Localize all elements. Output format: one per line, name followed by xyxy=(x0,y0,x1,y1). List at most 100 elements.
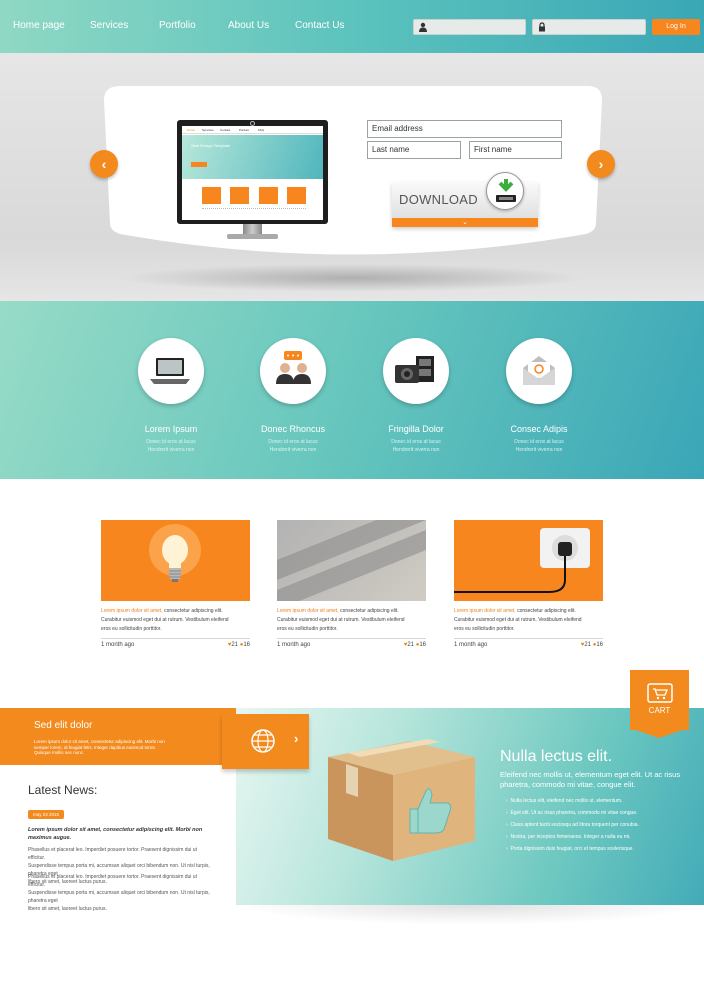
nav-portfolio-link[interactable]: Portfolio xyxy=(159,20,196,31)
screen-banner: Web Design Template xyxy=(182,135,323,179)
feature-title: Donec Rhoncus xyxy=(260,424,326,434)
feature-item[interactable]: Donec Rhoncus Donec id eros at lacus Hend… xyxy=(231,338,355,454)
card-text-part: eros eu sollicitudin porttitor. xyxy=(277,626,338,632)
card-time: 1 month ago xyxy=(277,642,311,648)
feature-item[interactable]: Lorem Ipsum Donec id eros at lacus Hendre… xyxy=(109,338,233,454)
nav-contact-link[interactable]: Contact Us xyxy=(295,20,344,31)
card-highlight: Lorem ipsum dolor sit amet, xyxy=(101,608,163,614)
bullet-text: Porta dignissim duis feugiat, orci et te… xyxy=(510,846,634,852)
nav-home-link[interactable]: Home page xyxy=(13,20,65,31)
promo-title: Sed elit dolor xyxy=(34,720,93,731)
card-divider xyxy=(277,638,426,639)
bullet-item: › Nulla lectus elit, eleifend nec mollis… xyxy=(506,798,702,810)
email-field[interactable]: Email address xyxy=(367,120,562,138)
promo-text-line: Quisque mollis nec nunc. xyxy=(34,750,85,755)
bullet-text: Nostra, per inceptos himenaeos. Integer … xyxy=(510,834,631,840)
feature-item[interactable]: Fringilla Dolor Donec id eros at lacus He… xyxy=(354,338,478,454)
promo-band: Sed elit dolor Lorem ipsum dolor sit ame… xyxy=(0,708,236,765)
bullet-text: Eget elit. Ut ac risus pharetra, commodo… xyxy=(510,810,638,816)
promo-text-line: semper lorem, id feugiat felis. Integer … xyxy=(34,744,157,750)
card-text: Lorem ipsum dolor sit amet, consectetur … xyxy=(101,607,250,634)
feature-title: Consec Adipis xyxy=(510,424,568,434)
product-subtitle: Eleifend nec mollis ut, elementum eget e… xyxy=(500,770,700,790)
people-chat-icon xyxy=(260,338,326,404)
card-text-part: consectetur adipiscing elit. xyxy=(162,608,223,614)
like-count: 21 xyxy=(407,642,415,648)
blog-card[interactable]: Lorem ipsum dolor sit amet, consectetur … xyxy=(454,520,603,652)
username-input[interactable] xyxy=(413,19,526,35)
card-footer: 1 month ago ♥21 ●16 xyxy=(101,642,250,652)
nav-services-link[interactable]: Services xyxy=(90,20,128,31)
product-title: Nulla lectus elit. xyxy=(500,748,613,765)
password-input[interactable] xyxy=(532,19,646,35)
screen-menu-item: Contact xyxy=(220,128,231,132)
hero-next-arrow[interactable]: › xyxy=(587,150,615,178)
email-envelope-icon xyxy=(506,338,572,404)
feature-desc-line: Donec id eros at lacus xyxy=(268,439,318,445)
gray-stripes-image xyxy=(277,520,426,601)
cart-tag[interactable]: CART xyxy=(630,670,689,730)
login-button[interactable]: Log In xyxy=(652,19,700,35)
monitor-illustration: Home Services Contact Portrait FAQ Web D… xyxy=(177,120,328,242)
card-highlight: Lorem ipsum dolor sit amet, xyxy=(454,608,516,614)
card-time: 1 month ago xyxy=(454,642,488,648)
card-time: 1 month ago xyxy=(101,642,135,648)
bullet-item: › Nostra, per inceptos himenaeos. Intege… xyxy=(506,834,702,846)
first-name-field[interactable]: First name xyxy=(469,141,562,159)
promo-text-line: Lorem ipsum dolor sit amet, consectetur … xyxy=(34,739,165,744)
nav-about-link[interactable]: About Us xyxy=(228,20,269,31)
card-text-part: consectetur adipiscing elit. xyxy=(338,608,399,614)
card-text-part: eros eu sollicitudin porttitor. xyxy=(454,626,515,632)
feature-item[interactable]: Consec Adipis Donec id eros at lacus Hend… xyxy=(477,338,601,454)
bullet-item: › Class aptent taciti sociosqu ad litora… xyxy=(506,822,702,834)
card-text-part: eros eu sollicitudin porttitor. xyxy=(101,626,162,632)
comment-count: 16 xyxy=(419,642,426,648)
last-name-field[interactable]: Last name xyxy=(367,141,461,159)
chevron-right-icon[interactable]: › xyxy=(294,731,298,746)
news-date-badge: may 23 2015 xyxy=(28,810,64,819)
feature-desc-line: Hendrerit viverra non xyxy=(147,447,195,453)
blog-card[interactable]: Lorem ipsum dolor sit amet, consectetur … xyxy=(101,520,250,652)
news-line: Phasellus et placerat leo. Imperdiet pos… xyxy=(28,847,197,861)
screen-menu-item: Portrait xyxy=(239,128,249,132)
bullet-text: Nulla lectus elit, eleifend nec mollis u… xyxy=(510,798,623,804)
screen-menu-item: Services xyxy=(202,128,214,132)
like-count: 21 xyxy=(231,642,239,648)
light-bulb-image xyxy=(101,520,250,601)
bullet-text: Class aptent taciti sociosqu ad litora t… xyxy=(510,822,639,828)
chevron-down-icon: ⌄ xyxy=(462,219,468,226)
download-dropdown-bar[interactable]: ⌄ xyxy=(392,218,538,227)
comment-count: 16 xyxy=(596,642,603,648)
feature-desc-line: Hendrerit viverra non xyxy=(269,447,317,453)
feature-desc-line: Donec id eros at lacus xyxy=(391,439,441,445)
card-text-part: Curabitur euismod eget dui at rutrum. Ve… xyxy=(454,617,582,623)
news-line: libero sit amet, laoreet luctus purus. xyxy=(28,906,107,912)
shopping-cart-icon xyxy=(647,683,673,703)
feature-desc-line: Hendrerit viverra non xyxy=(515,447,563,453)
like-count: 21 xyxy=(584,642,592,648)
globe-tab[interactable]: › xyxy=(222,714,309,769)
card-footer: 1 month ago ♥21 ●16 xyxy=(454,642,603,652)
page: Home page Services Portfolio About Us Co… xyxy=(0,0,704,1000)
card-text: Lorem ipsum dolor sit amet, consectetur … xyxy=(277,607,426,634)
cardboard-box-thumbs-up xyxy=(328,739,475,861)
card-text: Lorem ipsum dolor sit amet, consectetur … xyxy=(454,607,603,634)
cart-label: CART xyxy=(648,706,671,715)
screen-menu: Home Services Contact Portrait FAQ xyxy=(182,126,323,134)
card-text-part: consectetur adipiscing elit. xyxy=(515,608,576,614)
card-divider xyxy=(454,638,603,639)
blog-card[interactable]: Lorem ipsum dolor sit amet, consectetur … xyxy=(277,520,426,652)
news-lead[interactable]: Lorem ipsum dolor sit amet, consectetur … xyxy=(28,826,210,842)
feature-desc-line: Donec id eros at lacus xyxy=(514,439,564,445)
power-socket-image xyxy=(454,520,603,601)
top-navigation-bar: Home page Services Portfolio About Us Co… xyxy=(0,0,704,53)
cart-tag-tail xyxy=(630,728,688,738)
monitor-screen: Home Services Contact Portrait FAQ Web D… xyxy=(182,126,323,220)
card-text-part: Curabitur euismod eget dui at rutrum. Ve… xyxy=(101,617,229,623)
card-text-part: Curabitur euismod eget dui at rutrum. Ve… xyxy=(277,617,405,623)
features-section: Lorem Ipsum Donec id eros at lacus Hendre… xyxy=(0,301,704,479)
feature-desc-line: Donec id eros at lacus xyxy=(146,439,196,445)
hero-prev-arrow[interactable]: ‹ xyxy=(90,150,118,178)
download-button[interactable]: DOWNLOAD ⌄ xyxy=(392,172,538,227)
bullet-item: › Eget elit. Ut ac risus pharetra, commo… xyxy=(506,810,702,822)
